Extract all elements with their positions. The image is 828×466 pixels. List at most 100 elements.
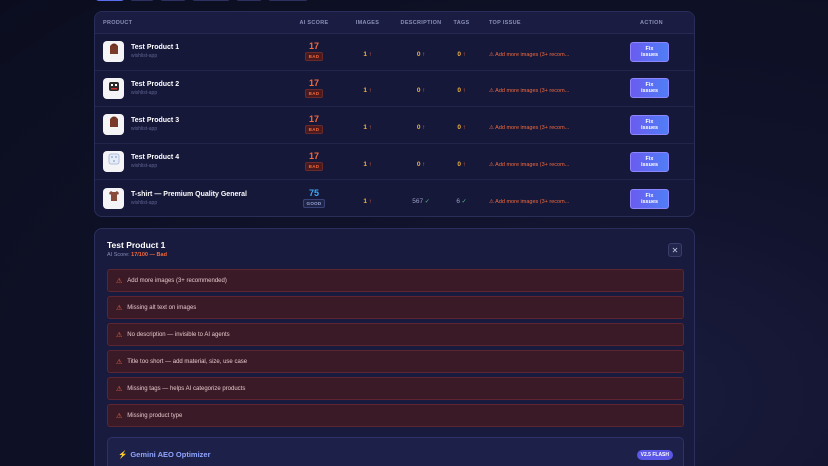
top-issue-cell: ⚠ Add more images (3+ recom... — [475, 43, 605, 61]
filter-tab[interactable] — [129, 0, 155, 1]
col-description[interactable]: DESCRIPTION — [394, 20, 448, 26]
pattern-icon — [107, 152, 121, 171]
tshirt-icon — [107, 189, 121, 208]
issue-text: Missing tags — helps AI categorize produ… — [127, 385, 246, 392]
ai-score-cell: 17 BAD — [287, 42, 341, 62]
arrow-up-icon: ↑ — [420, 124, 426, 131]
product-thumbnail — [103, 41, 124, 63]
product-store: wishlist-app — [131, 89, 158, 96]
arrow-up-icon: ↑ — [366, 51, 372, 58]
action-cell: Fix issues — [605, 78, 694, 99]
warning-icon: ⚠ — [116, 304, 123, 312]
filter-tab[interactable] — [159, 0, 187, 1]
fix-issues-button[interactable]: Fix issues — [630, 188, 669, 209]
fix-issues-button[interactable]: Fix issues — [630, 114, 669, 135]
top-issue-text: ⚠ Add more images (3+ recom... — [489, 51, 570, 58]
col-ai-score[interactable]: AI SCORE — [287, 20, 341, 26]
arrow-up-icon: ↑ — [420, 88, 426, 95]
col-top-issue: TOP ISSUE — [489, 19, 521, 26]
fix-issues-button[interactable]: Fix issues — [630, 78, 669, 99]
issue-item: ⚠ Missing tags — helps AI categorize prod… — [107, 377, 684, 400]
check-icon: ✓ — [459, 198, 467, 205]
products-table: PRODUCT AI SCORE IMAGES DESCRIPTION TAGS… — [94, 11, 695, 217]
images-cell: 1 ↑ — [341, 43, 394, 61]
table-row[interactable]: Test Product 1 wishlist-app 17 BAD 1 ↑ 0… — [95, 34, 694, 71]
product-name[interactable]: Test Product 3 — [131, 117, 179, 124]
top-issue-text: ⚠ Add more images (3+ recom... — [489, 198, 570, 205]
ai-score-cell: 75 GOOD — [287, 188, 341, 209]
filter-tab[interactable] — [235, 0, 263, 1]
description-cell: 0 ↑ — [394, 43, 448, 61]
product-detail-panel: Test Product 1 AI Score: 17/100 — Bad ✕ … — [94, 228, 695, 466]
issues-list: ⚠ Add more images (3+ recommended) ⚠ Missin… — [107, 269, 684, 431]
product-name[interactable]: Test Product 4 — [131, 154, 179, 161]
product-thumbnail — [103, 151, 124, 173]
issue-text: Missing alt text on images — [127, 304, 197, 311]
product-thumbnail — [103, 77, 124, 99]
lightning-icon: ⚡ — [118, 450, 128, 459]
table-header: PRODUCT AI SCORE IMAGES DESCRIPTION TAGS… — [95, 12, 694, 34]
product-name[interactable]: T-shirt — Premium Quality General — [131, 191, 247, 198]
arrow-up-icon: ↑ — [460, 88, 466, 95]
col-tags[interactable]: TAGS — [448, 20, 475, 26]
close-icon: ✕ — [671, 245, 679, 255]
images-cell: 1 ↑ — [341, 79, 394, 97]
issue-text: Missing product type — [127, 412, 183, 419]
gemini-optimizer-card: ⚡ Gemini AEO Optimizer V2.5 FLASH — [107, 437, 684, 466]
product-store: wishlist-app — [131, 53, 158, 60]
product-cell: Test Product 2 wishlist-app — [95, 77, 287, 99]
action-cell: Fix issues — [605, 41, 694, 62]
product-store: wishlist-app — [131, 163, 158, 170]
ai-score-value: 17 — [308, 114, 319, 125]
check-icon: ✓ — [423, 198, 430, 205]
description-cell: 0 ↑ — [394, 79, 448, 97]
filter-tab[interactable] — [267, 0, 309, 1]
detail-ai-score: AI Score: 17/100 — Bad — [107, 252, 167, 258]
product-thumbnail — [103, 114, 124, 136]
description-count: 567 — [412, 197, 424, 205]
arrow-up-icon: ↑ — [366, 161, 372, 168]
arrow-up-icon: ↑ — [460, 124, 466, 131]
table-row[interactable]: Test Product 4 wishlist-app 17 BAD 1 ↑ 0… — [95, 144, 694, 181]
arrow-up-icon: ↑ — [420, 161, 426, 168]
ai-score-value: 75 — [308, 188, 319, 199]
action-cell: Fix issues — [605, 188, 694, 209]
ai-score-cell: 17 BAD — [287, 77, 341, 98]
product-store: wishlist-app — [131, 200, 158, 207]
ai-score-cell: 17 BAD — [287, 151, 341, 172]
product-cell: Test Product 3 wishlist-app — [95, 114, 287, 136]
filter-tab[interactable] — [191, 0, 231, 1]
warning-icon: ⚠ — [116, 331, 123, 339]
table-body: Test Product 1 wishlist-app 17 BAD 1 ↑ 0… — [95, 34, 694, 216]
col-product[interactable]: PRODUCT — [95, 20, 287, 26]
issue-text: Title too short — add material, size, us… — [127, 358, 248, 365]
status-badge: BAD — [304, 162, 324, 172]
optimizer-title-text: Gemini AEO Optimizer — [130, 450, 211, 459]
col-images[interactable]: IMAGES — [341, 20, 394, 26]
issue-item: ⚠ No description — invisible to AI agents — [107, 323, 684, 346]
table-row[interactable]: T-shirt — Premium Quality General wishli… — [95, 180, 694, 216]
issue-item: ⚠ Add more images (3+ recommended) — [107, 269, 684, 292]
issue-item: ⚠ Missing alt text on images — [107, 296, 684, 319]
filter-tab[interactable] — [95, 0, 125, 1]
images-cell: 1 ↑ — [341, 153, 394, 171]
description-cell: 567 ✓ — [394, 190, 448, 208]
warning-icon: ⚠ — [116, 358, 123, 366]
table-row[interactable]: Test Product 3 wishlist-app 17 BAD 1 ↑ 0… — [95, 107, 694, 144]
status-badge: BAD — [304, 125, 324, 135]
issue-text: No description — invisible to AI agents — [127, 331, 230, 338]
ai-score-value: 17 — [308, 151, 319, 162]
close-button[interactable]: ✕ — [668, 243, 682, 257]
fix-issues-button[interactable]: Fix issues — [630, 151, 669, 172]
product-name[interactable]: Test Product 2 — [131, 81, 179, 88]
ai-score-value: 17 — [308, 77, 319, 88]
product-store: wishlist-app — [131, 126, 158, 133]
table-row[interactable]: Test Product 2 wishlist-app 17 BAD 1 ↑ 0… — [95, 71, 694, 108]
detail-score-label: AI Score: — [107, 252, 130, 258]
warning-icon: ⚠ — [116, 277, 123, 285]
detail-score-value: 17/100 — Bad — [131, 252, 167, 258]
product-name[interactable]: Test Product 1 — [131, 44, 179, 51]
status-badge: BAD — [304, 52, 324, 62]
model-version-badge: V2.5 FLASH — [636, 450, 673, 460]
fix-issues-button[interactable]: Fix issues — [630, 41, 669, 62]
